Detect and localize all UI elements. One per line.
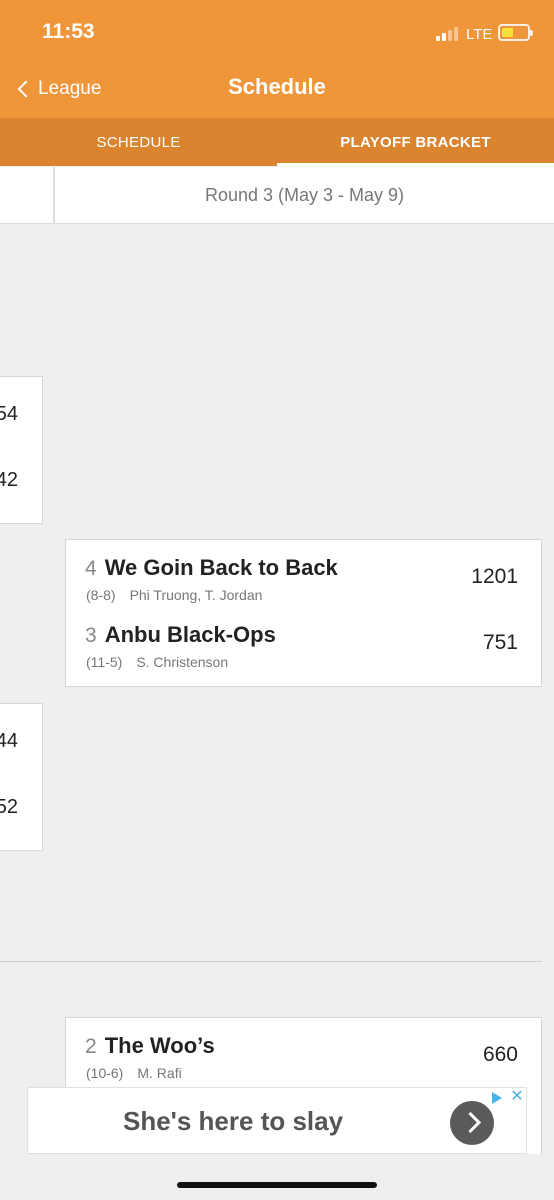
team-meta: (8-8) Phi Truong, T. Jordan [86,587,262,603]
team-score: 52 [0,796,18,818]
team-name: Anbu Black-Ops [104,622,276,647]
team-score: 1201 [471,565,518,588]
ad-banner[interactable]: She's here to slay ✕ [27,1087,527,1154]
active-tab-indicator [277,163,554,166]
team-score: 751 [482,631,518,654]
previous-round-matchup-card[interactable]: 44 52 [0,703,43,851]
bracket-divider [0,961,542,962]
team-seed: 4 [85,557,97,580]
ad-arrow-button[interactable] [450,1101,494,1145]
tab-bar: SCHEDULE PLAYOFF BRACKET [0,118,554,166]
tab-playoff-bracket[interactable]: PLAYOFF BRACKET [277,118,554,166]
status-time: 11:53 [42,20,95,43]
battery-icon [498,24,533,41]
tab-schedule[interactable]: SCHEDULE [0,118,277,166]
team-owners: Phi Truong, T. Jordan [129,587,263,603]
ad-text: She's here to slay [123,1106,344,1136]
team-score: 54 [0,403,18,425]
team-row: 4 We Goin Back to Back [85,555,338,581]
network-type: LTE [466,26,493,43]
team-name: The Woo’s [104,1033,215,1058]
team-record: (11-5) [86,654,123,670]
navigation-bar: League Schedule [0,60,554,118]
close-icon[interactable]: ✕ [508,1088,526,1106]
team-owners: M. Rafi [137,1065,182,1081]
team-score: 660 [482,1043,518,1066]
team-name: We Goin Back to Back [104,555,338,580]
team-row: 3 Anbu Black-Ops [85,622,276,648]
bottom-area [0,1154,554,1200]
home-indicator[interactable] [177,1182,377,1188]
page-title: Schedule [228,74,326,99]
team-score: 42 [0,469,18,491]
matchup-card[interactable]: 4 We Goin Back to Back (8-8) Phi Truong, T… [65,539,542,687]
ad-choices-icon[interactable] [488,1090,506,1106]
team-row: 2 The Woo’s [85,1033,215,1059]
team-record: (8-8) [86,587,116,603]
team-seed: 3 [85,624,97,647]
team-meta: (11-5) S. Christenson [86,654,228,670]
team-record: (10-6) [86,1065,124,1081]
team-seed: 2 [85,1035,97,1058]
previous-round-header [0,167,54,224]
round-header-label: Round 3 (May 3 - May 9) [204,184,405,205]
previous-round-matchup-card[interactable]: 54 42 [0,376,43,524]
cellular-signal-icon [436,27,462,41]
team-meta: (10-6) M. Rafi [86,1065,182,1081]
round-header: Round 3 (May 3 - May 9) [54,167,554,224]
team-score: 44 [0,730,18,752]
team-owners: S. Christenson [136,654,229,670]
status-bar: 11:53 LTE [0,0,554,60]
